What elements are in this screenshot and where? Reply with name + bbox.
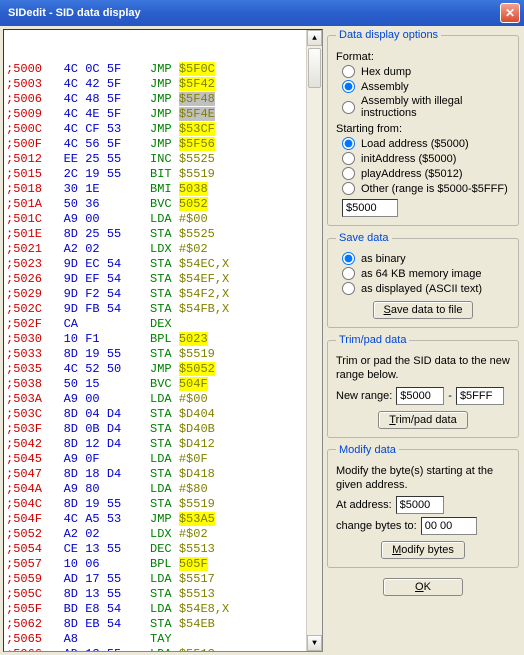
window-title: SIDedit - SID data display <box>4 7 500 19</box>
scrollbar[interactable]: ▲ ▼ <box>306 30 322 651</box>
radio-hex-dump[interactable] <box>342 65 355 78</box>
format-label: Format: <box>336 51 510 63</box>
ok-button[interactable]: OK <box>383 578 463 596</box>
code-line: ;5057 10 06 BPL 505F <box>6 557 322 572</box>
label-save-ascii: as displayed (ASCII text) <box>361 283 482 295</box>
radio-assembly-illegal[interactable] <box>342 101 355 114</box>
code-line: ;5023 9D EC 54 STA $54EC,X <box>6 257 322 272</box>
code-line: ;5054 CE 13 55 DEC $5513 <box>6 542 322 557</box>
scroll-down-button[interactable]: ▼ <box>307 635 322 651</box>
save-data-legend: Save data <box>336 232 392 244</box>
radio-other-address[interactable] <box>342 182 355 195</box>
code-line: ;504C 8D 19 55 STA $5519 <box>6 497 322 512</box>
modify-bytes-button[interactable]: Modify bytes <box>381 541 465 559</box>
code-line: ;5003 4C 42 5F JMP $5F42 <box>6 77 322 92</box>
code-line: ;5015 2C 19 55 BIT $5519 <box>6 167 322 182</box>
code-line: ;5065 A8 TAY <box>6 632 322 647</box>
display-options-group: Data display options Format: Hex dump As… <box>327 29 519 226</box>
code-line: ;5009 4C 4E 5F JMP $5F4E <box>6 107 322 122</box>
code-line: ;505F BD E8 54 LDA $54E8,X <box>6 602 322 617</box>
range-dash: - <box>448 390 452 402</box>
code-line: ;503F 8D 0B D4 STA $D40B <box>6 422 322 437</box>
at-address-label: At address: <box>336 499 392 511</box>
starting-from-label: Starting from: <box>336 123 510 135</box>
code-line: ;503C 8D 04 D4 STA $D404 <box>6 407 322 422</box>
radio-play-address[interactable] <box>342 167 355 180</box>
scroll-thumb[interactable] <box>308 48 321 88</box>
new-range-label: New range: <box>336 390 392 402</box>
modify-description: Modify the byte(s) starting at the given… <box>336 464 510 493</box>
label-save-64kb: as 64 KB memory image <box>361 268 481 280</box>
code-line: ;5021 A2 02 LDX #$02 <box>6 242 322 257</box>
code-line: ;5038 50 15 BVC 504F <box>6 377 322 392</box>
code-line: ;5012 EE 25 55 INC $5525 <box>6 152 322 167</box>
label-hex-dump: Hex dump <box>361 66 411 78</box>
code-line: ;5006 4C 48 5F JMP $5F48 <box>6 92 322 107</box>
display-options-legend: Data display options <box>336 29 441 41</box>
radio-save-64kb[interactable] <box>342 267 355 280</box>
disassembly-panel: ;5000 4C 0C 5F JMP $5F0C;5003 4C 42 5F J… <box>3 29 323 652</box>
side-panel: Data display options Format: Hex dump As… <box>327 29 521 652</box>
code-line: ;5026 9D EF 54 STA $54EF,X <box>6 272 322 287</box>
code-line: ;504F 4C A5 53 JMP $53A5 <box>6 512 322 527</box>
code-line: ;5029 9D F2 54 STA $54F2,X <box>6 287 322 302</box>
change-bytes-input[interactable] <box>421 517 477 535</box>
label-play-address: playAddress ($5012) <box>361 168 463 180</box>
code-line: ;504A A9 80 LDA #$80 <box>6 482 322 497</box>
code-line: ;5047 8D 18 D4 STA $D418 <box>6 467 322 482</box>
code-line: ;5042 8D 12 D4 STA $D412 <box>6 437 322 452</box>
trim-pad-legend: Trim/pad data <box>336 334 409 346</box>
code-line: ;5033 8D 19 55 STA $5519 <box>6 347 322 362</box>
radio-save-ascii[interactable] <box>342 282 355 295</box>
at-address-input[interactable] <box>396 496 444 514</box>
code-line: ;5066 AD 13 55 LDA $5513 <box>6 647 322 652</box>
radio-save-binary[interactable] <box>342 252 355 265</box>
close-button[interactable]: ✕ <box>500 3 520 23</box>
scroll-up-button[interactable]: ▲ <box>307 30 322 46</box>
code-line: ;5052 A2 02 LDX #$02 <box>6 527 322 542</box>
trim-pad-group: Trim/pad data Trim or pad the SID data t… <box>327 334 519 438</box>
trim-pad-button[interactable]: Trim/pad data <box>378 411 467 429</box>
other-address-input[interactable] <box>342 199 398 217</box>
radio-assembly[interactable] <box>342 80 355 93</box>
code-line: ;501C A9 00 LDA #$00 <box>6 212 322 227</box>
modify-data-legend: Modify data <box>336 444 399 456</box>
code-line: ;501E 8D 25 55 STA $5525 <box>6 227 322 242</box>
code-line: ;500C 4C CF 53 JMP $53CF <box>6 122 322 137</box>
save-data-group: Save data as binary as 64 KB memory imag… <box>327 232 519 328</box>
radio-load-address[interactable] <box>342 137 355 150</box>
content-area: ;5000 4C 0C 5F JMP $5F0C;5003 4C 42 5F J… <box>0 26 524 655</box>
titlebar: SIDedit - SID data display ✕ <box>0 0 524 26</box>
code-line: ;503A A9 00 LDA #$00 <box>6 392 322 407</box>
range-to-input[interactable] <box>456 387 504 405</box>
code-line: ;5062 8D EB 54 STA $54EB <box>6 617 322 632</box>
label-other-address: Other (range is $5000-$5FFF) <box>361 183 508 195</box>
label-assembly: Assembly <box>361 81 409 93</box>
modify-data-group: Modify data Modify the byte(s) starting … <box>327 444 519 569</box>
save-data-button[interactable]: Save data to file <box>373 301 474 319</box>
code-line: ;5045 A9 0F LDA #$0F <box>6 452 322 467</box>
label-load-address: Load address ($5000) <box>361 138 469 150</box>
code-line: ;5030 10 F1 BPL 5023 <box>6 332 322 347</box>
change-bytes-label: change bytes to: <box>336 520 417 532</box>
code-line: ;5000 4C 0C 5F JMP $5F0C <box>6 62 322 77</box>
code-line: ;500F 4C 56 5F JMP $5F56 <box>6 137 322 152</box>
trim-description: Trim or pad the SID data to the new rang… <box>336 354 510 383</box>
range-from-input[interactable] <box>396 387 444 405</box>
label-init-address: initAddress ($5000) <box>361 153 456 165</box>
code-line: ;502C 9D FB 54 STA $54FB,X <box>6 302 322 317</box>
code-line: ;501A 50 36 BVC 5052 <box>6 197 322 212</box>
code-line: ;5035 4C 52 50 JMP $5052 <box>6 362 322 377</box>
label-save-binary: as binary <box>361 253 406 265</box>
code-line: ;502F CA DEX <box>6 317 322 332</box>
radio-init-address[interactable] <box>342 152 355 165</box>
code-line: ;5059 AD 17 55 LDA $5517 <box>6 572 322 587</box>
label-assembly-illegal: Assembly with illegal instructions <box>361 95 510 119</box>
scroll-track[interactable] <box>307 46 322 635</box>
code-line: ;5018 30 1E BMI 5038 <box>6 182 322 197</box>
code-line: ;505C 8D 13 55 STA $5513 <box>6 587 322 602</box>
